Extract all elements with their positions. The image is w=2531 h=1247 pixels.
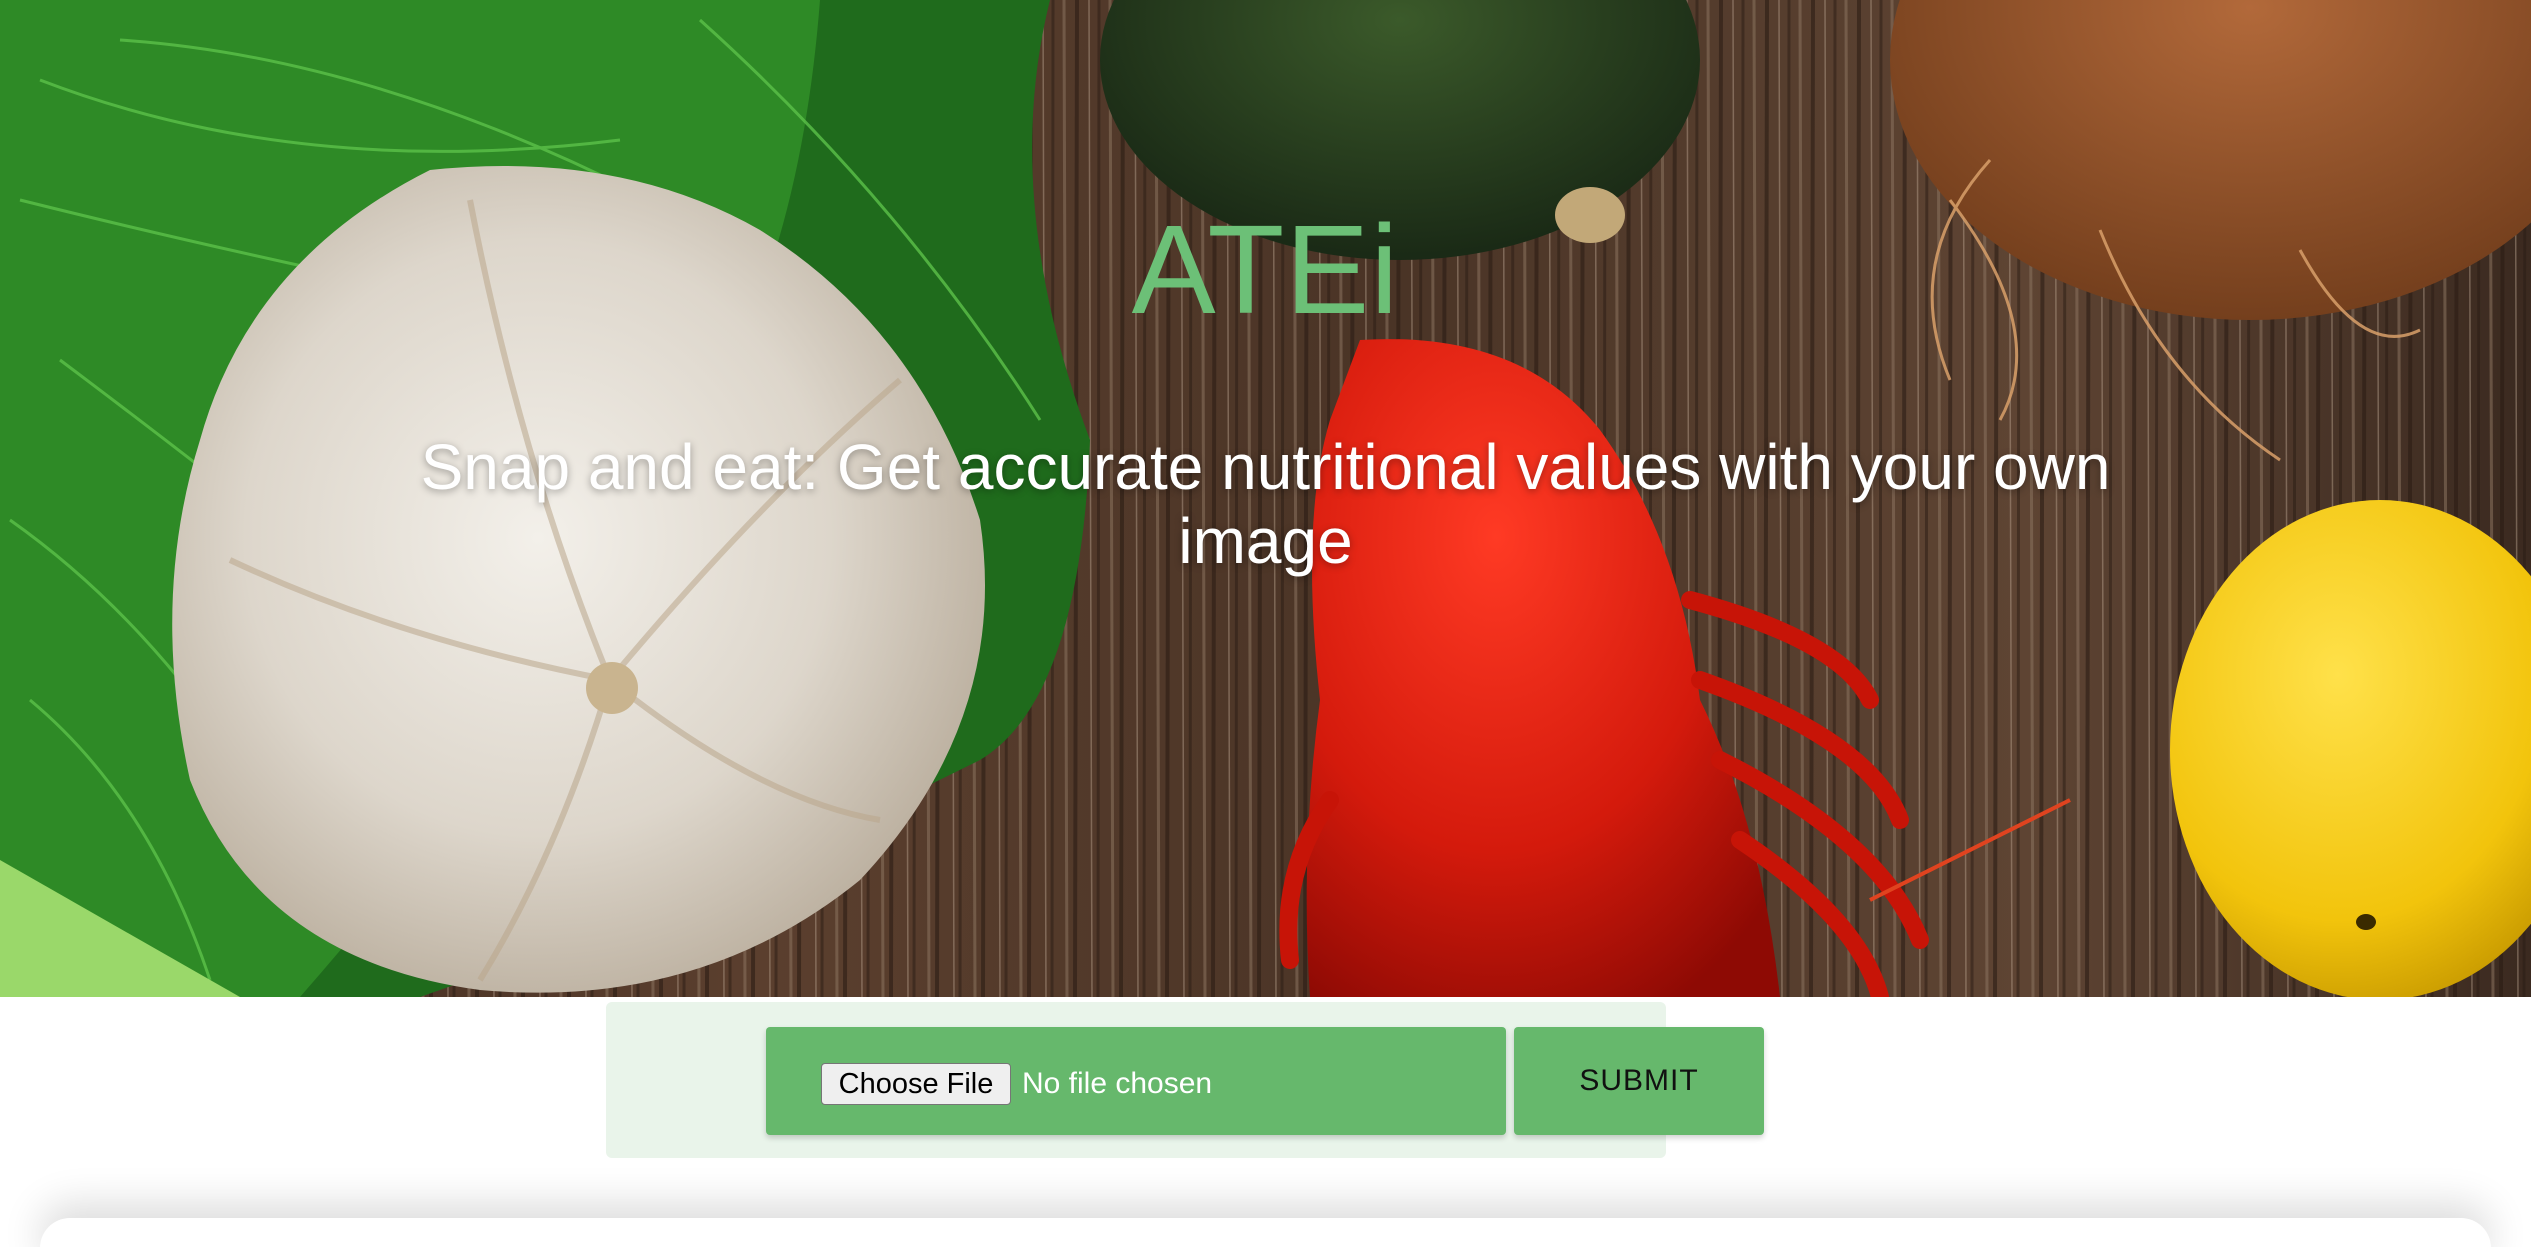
hero-tagline-text: Snap and eat: Get accurate nutritional v…: [420, 431, 2111, 577]
file-status-text: No file chosen: [1022, 1067, 1213, 1100]
choose-file-button[interactable]: Choose File: [821, 1063, 1011, 1105]
hero-tagline: Snap and eat: Get accurate nutritional v…: [0, 430, 2531, 578]
file-input-container[interactable]: Choose File No file chosen: [766, 1027, 1506, 1135]
results-card-edge: [40, 1218, 2491, 1247]
app-logo-title: ATEi: [1131, 199, 1400, 340]
page: ATEi Snap and eat: Get accurate nutritio…: [0, 0, 2531, 1247]
hero-banner: ATEi Snap and eat: Get accurate nutritio…: [0, 0, 2531, 997]
submit-button[interactable]: SUBMIT: [1514, 1027, 1764, 1135]
